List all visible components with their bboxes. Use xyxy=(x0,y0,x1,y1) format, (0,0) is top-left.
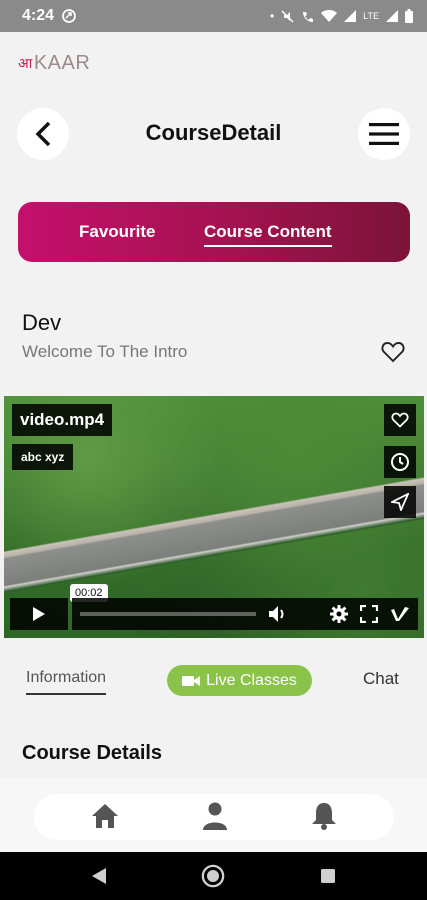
segment-favourite[interactable]: Favourite xyxy=(79,222,156,242)
video-like-button[interactable] xyxy=(384,404,416,436)
clock-icon xyxy=(391,453,409,471)
nav-profile-button[interactable] xyxy=(199,800,231,832)
system-nav-bar xyxy=(0,852,427,900)
tab-chat[interactable]: Chat xyxy=(363,669,399,689)
tab-live-classes[interactable]: Live Classes xyxy=(167,665,312,696)
menu-button[interactable] xyxy=(358,108,410,160)
segment-course-content[interactable]: Course Content xyxy=(204,222,332,247)
play-icon xyxy=(33,607,45,621)
vimeo-logo-icon[interactable] xyxy=(390,606,410,622)
app-logo: आ KAAR xyxy=(18,52,90,75)
volume-icon[interactable] xyxy=(268,605,288,623)
play-button[interactable] xyxy=(10,598,68,630)
nav-notifications-button[interactable] xyxy=(308,800,340,832)
settings-gear-icon[interactable] xyxy=(330,605,348,623)
video-player[interactable]: video.mp4 abc xyz 00:02 xyxy=(4,396,424,638)
back-triangle-icon xyxy=(92,868,106,884)
wifi-icon xyxy=(321,9,338,22)
heart-icon xyxy=(391,412,409,428)
mute-icon xyxy=(281,10,294,22)
system-back-button[interactable] xyxy=(87,864,111,888)
video-controls xyxy=(10,598,418,630)
bell-icon xyxy=(312,803,336,830)
system-recents-button[interactable] xyxy=(316,864,340,888)
signal-2-icon xyxy=(386,10,398,22)
system-home-button[interactable] xyxy=(201,864,225,888)
course-name: Dev xyxy=(22,310,62,335)
tab-information[interactable]: Information xyxy=(26,669,107,695)
battery-icon xyxy=(405,9,413,23)
send-icon xyxy=(391,493,409,511)
home-icon xyxy=(92,804,118,828)
heart-icon[interactable] xyxy=(381,341,405,363)
video-camera-icon xyxy=(182,675,201,686)
hamburger-icon xyxy=(369,123,399,145)
section-title: Course Details xyxy=(22,742,163,764)
video-title: video.mp4 xyxy=(12,404,113,436)
video-share-button[interactable] xyxy=(384,486,416,518)
dot-icon: • xyxy=(269,9,275,23)
signal-icon xyxy=(344,10,357,22)
status-bar: 4:24 • LTE xyxy=(0,0,427,32)
call-icon xyxy=(303,11,314,22)
recents-square-icon xyxy=(321,869,335,883)
status-time: 4:24 xyxy=(22,7,55,24)
sync-icon xyxy=(62,9,76,23)
logo-mark: आ xyxy=(18,55,33,71)
video-watch-later-button[interactable] xyxy=(384,446,416,478)
network-label: LTE xyxy=(363,11,379,21)
nav-home-button[interactable] xyxy=(89,800,121,832)
fullscreen-icon[interactable] xyxy=(360,605,378,623)
tab-live-label: Live Classes xyxy=(206,671,297,689)
course-subtitle: Welcome To The Intro xyxy=(22,342,188,361)
home-circle-icon xyxy=(201,864,225,888)
content-segment: Favourite Course Content xyxy=(18,202,410,262)
logo-text: KAAR xyxy=(33,52,91,74)
video-bar xyxy=(72,598,418,630)
profile-icon xyxy=(203,802,227,830)
video-progress-track[interactable] xyxy=(80,612,256,616)
video-author: abc xyz xyxy=(12,444,74,470)
